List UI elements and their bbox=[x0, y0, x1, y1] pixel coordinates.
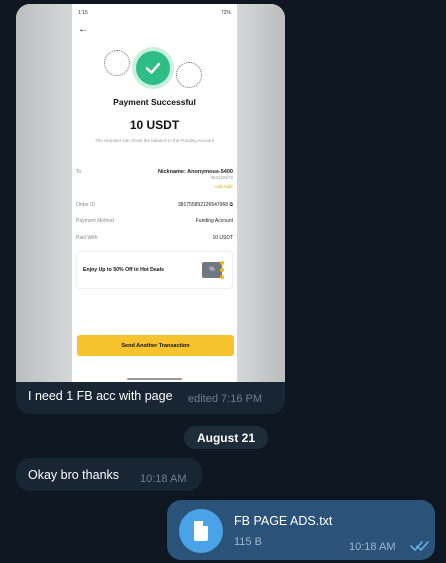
message-text: Okay bro thanks bbox=[28, 468, 120, 482]
paid-with-value: 10 USDT bbox=[212, 235, 233, 241]
dots-decoration-icon bbox=[104, 50, 130, 76]
coupon-dot-icon bbox=[220, 268, 224, 272]
message-meta: edited 7:16 PM bbox=[188, 393, 262, 405]
phone-status-time: 1:15 bbox=[78, 10, 88, 16]
coupon-dot-icon bbox=[220, 261, 224, 265]
payment-amount: 10 USDT bbox=[129, 118, 180, 132]
phone-screen: 1:15 72% ← Payment Successful 10 USDT Th… bbox=[72, 4, 237, 382]
add-address-link: Add Addr bbox=[214, 184, 233, 189]
incoming-text-message[interactable]: Okay bro thanks 10:18 AM bbox=[16, 458, 202, 491]
payment-title: Payment Successful bbox=[113, 97, 196, 107]
photo-blur-left bbox=[16, 4, 72, 382]
order-id-label: Order ID bbox=[76, 202, 96, 208]
date-separator: August 21 bbox=[184, 426, 268, 449]
payment-method-value: Funding Account bbox=[195, 218, 233, 224]
read-checkmarks-icon bbox=[410, 541, 429, 552]
message-time: 10:18 AM bbox=[349, 541, 396, 553]
message-text: I need 1 FB acc with page bbox=[28, 389, 173, 403]
phone-status-bar: 1:15 72% bbox=[72, 10, 237, 18]
screenshot-photo[interactable]: 1:15 72% ← Payment Successful 10 USDT Th… bbox=[16, 4, 285, 382]
paid-with-label: Paid With bbox=[76, 235, 98, 241]
file-size: 115 B bbox=[234, 536, 262, 548]
payment-method-label: Payment Method bbox=[76, 218, 114, 224]
outgoing-file-message[interactable]: FB PAGE ADS.txt 115 B 10:18 AM bbox=[167, 500, 435, 560]
dots-decoration-icon bbox=[176, 62, 202, 88]
file-name[interactable]: FB PAGE ADS.txt bbox=[234, 514, 332, 528]
photo-blur-right bbox=[237, 4, 285, 382]
payment-note: The recipient can check the balance in t… bbox=[94, 138, 215, 143]
recipient-uid: 353126572 bbox=[210, 175, 233, 180]
promo-text: Enjoy Up to 50% Off in Hot Deals bbox=[83, 267, 164, 273]
success-check-icon bbox=[136, 51, 170, 85]
coupon-ticket-icon: % bbox=[202, 262, 222, 278]
file-document-icon[interactable] bbox=[179, 509, 223, 553]
message-time: 10:18 AM bbox=[140, 473, 187, 485]
back-arrow-icon: ← bbox=[78, 24, 88, 35]
to-label: To bbox=[76, 169, 82, 175]
copy-icon: ⧉ bbox=[229, 202, 233, 208]
home-indicator bbox=[127, 378, 182, 380]
promo-banner: Enjoy Up to 50% Off in Hot Deals % bbox=[76, 251, 233, 289]
order-id-value: 381755892126547968 ⧉ bbox=[177, 202, 233, 208]
coupon-dot-icon bbox=[220, 275, 224, 279]
send-another-transaction-button: Send Another Transaction bbox=[77, 335, 234, 356]
phone-battery-text: 72% bbox=[220, 10, 231, 16]
incoming-photo-message[interactable]: 1:15 72% ← Payment Successful 10 USDT Th… bbox=[16, 4, 285, 414]
